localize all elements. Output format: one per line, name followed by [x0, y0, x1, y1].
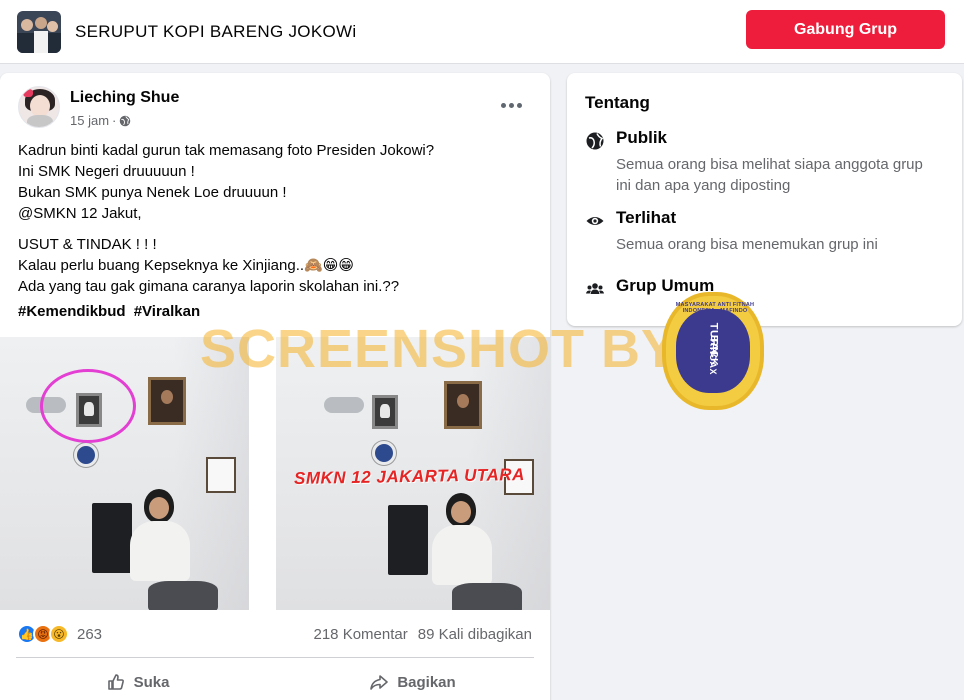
wall-portrait: [148, 377, 186, 425]
comment-count[interactable]: 218 Komentar: [314, 626, 408, 643]
post-line: Bukan SMK punya Nenek Loe druuuun !: [18, 184, 287, 201]
about-item-title: Publik: [616, 128, 668, 147]
person-body: [432, 525, 492, 585]
group-name[interactable]: SERUPUT KOPI BARENG JOKOWi: [75, 22, 356, 42]
wall-frame: [206, 457, 236, 493]
post-line: @SMKN 12 Jakut,: [18, 205, 142, 222]
post-line: USUT & TINDAK ! ! !: [18, 236, 157, 253]
more-options-button[interactable]: [493, 93, 529, 117]
reaction-count: 263: [77, 625, 103, 643]
seal-text: HOAX: [707, 346, 718, 375]
reaction-summary[interactable]: 👍 😡 😮 263: [17, 624, 102, 644]
share-count[interactable]: 89 Kali dibagikan: [418, 626, 532, 643]
post-line: Kalau perlu buang Kepseknya ke Xinjiang.…: [18, 257, 354, 274]
post-time[interactable]: 15 jam: [70, 113, 109, 128]
globe-icon: [120, 115, 131, 126]
join-group-button[interactable]: Gabung Grup: [746, 10, 945, 49]
person-face: [451, 501, 471, 523]
about-item-desc: Semua orang bisa melihat siapa anggota g…: [616, 156, 923, 194]
dot-icon: [516, 102, 522, 108]
projector: [324, 397, 364, 413]
screenshot-watermark: SCREENSHOT BY: [200, 319, 679, 379]
turnbackhoax-seal: MASYARAKAT ANTI FITNAH INDONESIA · MAFIN…: [662, 292, 764, 410]
engagement-counts: 218 Komentar 89 Kali dibagikan: [314, 626, 533, 643]
people-icon: [586, 283, 604, 294]
seal-ring-text: MASYARAKAT ANTI FITNAH INDONESIA · MAFIN…: [675, 302, 755, 314]
hashtag-link[interactable]: #Viralkan: [134, 303, 200, 320]
about-item-visible: Terlihat Semua orang bisa menemukan grup…: [585, 208, 945, 258]
post-line: Kadrun binti kadal gurun tak memasang fo…: [18, 142, 435, 159]
computer-monitor: [92, 503, 132, 573]
about-panel: Tentang Publik Semua orang bisa melihat …: [567, 73, 962, 326]
photo-caption: SMKN 12 JAKARTA UTARA: [293, 464, 526, 489]
about-item-public: Publik Semua orang bisa melihat siapa an…: [585, 128, 945, 194]
share-arrow-icon: [370, 675, 389, 690]
globe-icon: [586, 132, 604, 150]
like-button[interactable]: Suka: [0, 665, 275, 699]
author-avatar[interactable]: [18, 86, 60, 128]
office-chair: [452, 583, 522, 610]
dot-icon: [500, 102, 506, 108]
post-meta: 15 jam ·: [70, 113, 131, 128]
group-cover-thumbnail[interactable]: [17, 11, 61, 53]
wow-icon: 😮: [49, 624, 69, 644]
share-button[interactable]: Bagikan: [275, 665, 550, 699]
dot-icon: [508, 102, 514, 108]
eye-icon: [586, 217, 604, 225]
person-body: [130, 521, 190, 581]
office-chair: [148, 581, 218, 610]
computer-monitor: [388, 505, 428, 575]
about-item-desc: Semua orang bisa menemukan grup ini: [616, 236, 878, 253]
post-text: Kadrun binti kadal gurun tak memasang fo…: [18, 140, 538, 297]
share-label: Bagikan: [397, 673, 456, 691]
thumbs-up-icon: [107, 674, 124, 690]
wall-portrait: [444, 381, 482, 429]
person-face: [149, 497, 169, 519]
wall-clock: [372, 441, 396, 465]
group-header: SERUPUT KOPI BARENG JOKOWi Gabung Grup: [0, 0, 964, 64]
post-line: Ini SMK Negeri druuuuun !: [18, 163, 195, 180]
post-card: Lieching Shue 15 jam · Kadrun binti kada…: [0, 73, 550, 700]
garuda-emblem: [372, 395, 398, 429]
seal-inner: TURN BACK HOAX: [676, 309, 750, 393]
about-item-general: Grup Umum: [585, 276, 945, 302]
post-actions: Suka Bagikan: [0, 665, 550, 699]
about-title: Tentang: [585, 93, 650, 112]
hashtags: #Kemendikbud #Viralkan: [18, 303, 204, 320]
divider: [16, 657, 534, 658]
author-name[interactable]: Lieching Shue: [70, 89, 179, 107]
hashtag-link[interactable]: #Kemendikbud: [18, 303, 126, 320]
highlight-circle: [40, 369, 136, 443]
post-line: Ada yang tau gak gimana caranya laporin …: [18, 278, 400, 295]
about-item-title: Terlihat: [616, 208, 677, 227]
wall-clock: [74, 443, 98, 467]
like-label: Suka: [133, 673, 170, 691]
